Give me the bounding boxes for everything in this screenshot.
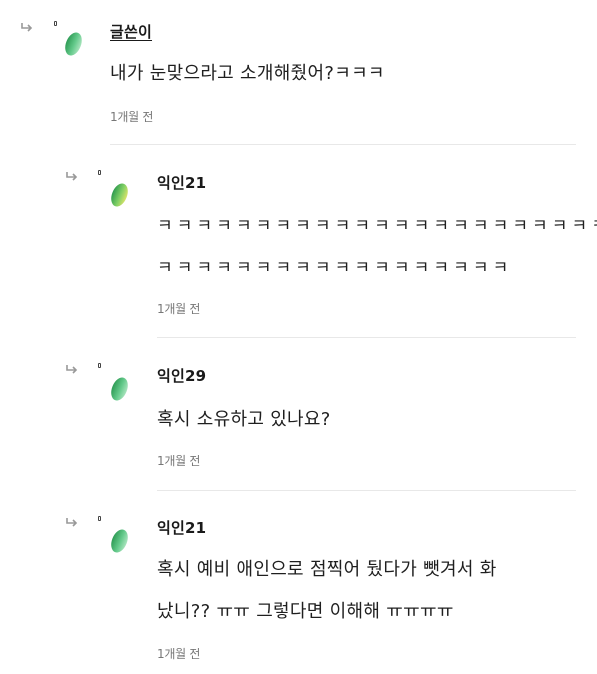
comment-time: 1개월 전 [157, 454, 201, 468]
comment-item: 익인21 ㅋㅋㅋㅋㅋㅋㅋㅋㅋㅋㅋㅋㅋㅋㅋㅋㅋㅋㅋㅋㅋㅋㅋ ㅋㅋㅋㅋㅋㅋㅋㅋㅋㅋㅋ… [0, 145, 597, 338]
avatar-icon[interactable] [62, 30, 85, 58]
comment-author[interactable]: 글쓴이 [110, 21, 152, 42]
comment-author[interactable]: 익인21 [157, 517, 206, 538]
reply-arrow-icon[interactable] [20, 22, 34, 34]
comment-time: 1개월 전 [110, 110, 154, 124]
comment-author[interactable]: 익인21 [157, 172, 206, 193]
avatar-icon[interactable] [108, 527, 131, 555]
comment-time: 1개월 전 [157, 302, 201, 316]
report-icon[interactable] [98, 516, 101, 521]
report-icon[interactable] [54, 21, 57, 26]
comment-item: 글쓴이 내가 눈맞으라고 소개해줬어?ㅋㅋㅋ 1개월 전 [0, 0, 597, 145]
comment-text: 났니?? ㅠㅠ 그렇다면 이해해 ㅠㅠㅠㅠ [157, 601, 454, 622]
comment-text: 내가 눈맞으라고 소개해줬어?ㅋㅋㅋ [110, 63, 385, 84]
report-icon[interactable] [98, 363, 101, 368]
reply-arrow-icon[interactable] [65, 517, 79, 529]
reply-arrow-icon[interactable] [65, 171, 79, 183]
comment-time: 1개월 전 [157, 647, 201, 661]
comment-item: 익인21 혹시 예비 애인으로 점찍어 뒀다가 뺏겨서 화 났니?? ㅠㅠ 그렇… [0, 491, 597, 674]
comment-author[interactable]: 익인29 [157, 365, 206, 386]
comment-text: ㅋㅋㅋㅋㅋㅋㅋㅋㅋㅋㅋㅋㅋㅋㅋㅋㅋㅋ [157, 258, 513, 278]
report-icon[interactable] [98, 170, 101, 175]
comment-text: ㅋㅋㅋㅋㅋㅋㅋㅋㅋㅋㅋㅋㅋㅋㅋㅋㅋㅋㅋㅋㅋㅋㅋ [157, 216, 597, 236]
avatar-icon[interactable] [108, 181, 131, 209]
avatar-icon[interactable] [108, 375, 131, 403]
comment-text: 혹시 예비 애인으로 점찍어 뒀다가 뺏겨서 화 [157, 559, 497, 580]
comment-text: 혹시 소유하고 있나요? [157, 409, 331, 430]
comment-item: 익인29 혹시 소유하고 있나요? 1개월 전 [0, 338, 597, 491]
reply-arrow-icon[interactable] [65, 364, 79, 376]
